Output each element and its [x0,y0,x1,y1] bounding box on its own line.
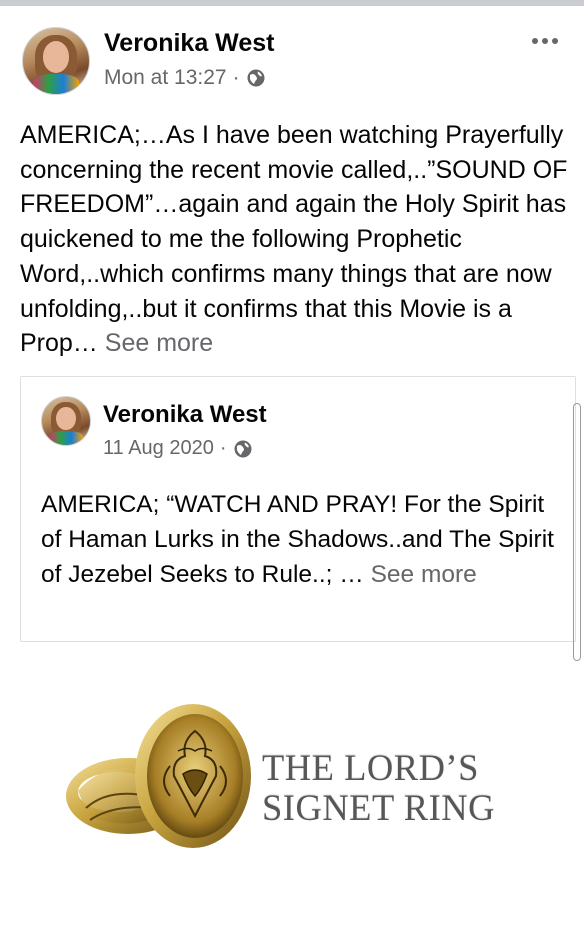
image-caption-line-1: THE LORD’S [262,747,479,788]
shared-author-avatar[interactable] [41,396,91,446]
signet-ring-image [66,704,251,848]
author-avatar[interactable] [22,27,90,95]
post-meta: Mon at 13:27 · [104,66,266,90]
image-caption: THE LORD’S SIGNET RING [262,748,522,828]
shared-see-more-link[interactable]: See more [371,561,477,588]
shared-post-text: AMERICA; “WATCH AND PRAY! For the Spirit… [41,487,561,592]
shared-author-name[interactable]: Veronika West [103,401,267,429]
meta-separator: · [232,66,240,89]
image-caption-line-2: SIGNET RING [262,787,495,828]
more-options-icon[interactable] [528,34,562,48]
post-text: AMERICA;…As I have been watching Prayerf… [20,118,576,361]
shared-post-card[interactable]: Veronika West 11 Aug 2020 · AMERICA; “WA… [20,376,576,642]
shared-post-timestamp[interactable]: 11 Aug 2020 [103,437,214,460]
meta-separator: · [219,437,227,459]
author-name[interactable]: Veronika West [104,29,274,58]
shared-post-meta: 11 Aug 2020 · [103,437,253,460]
post-image[interactable]: THE LORD’S SIGNET RING [0,676,584,876]
post-body: AMERICA;…As I have been watching Prayerf… [20,121,568,358]
see-more-link[interactable]: See more [105,329,213,357]
shared-post-body: AMERICA; “WATCH AND PRAY! For the Spirit… [41,491,554,588]
globe-icon [247,69,265,87]
post-timestamp[interactable]: Mon at 13:27 [104,66,227,90]
scrollbar[interactable] [573,403,581,661]
globe-icon [234,440,252,457]
top-divider [0,0,584,6]
